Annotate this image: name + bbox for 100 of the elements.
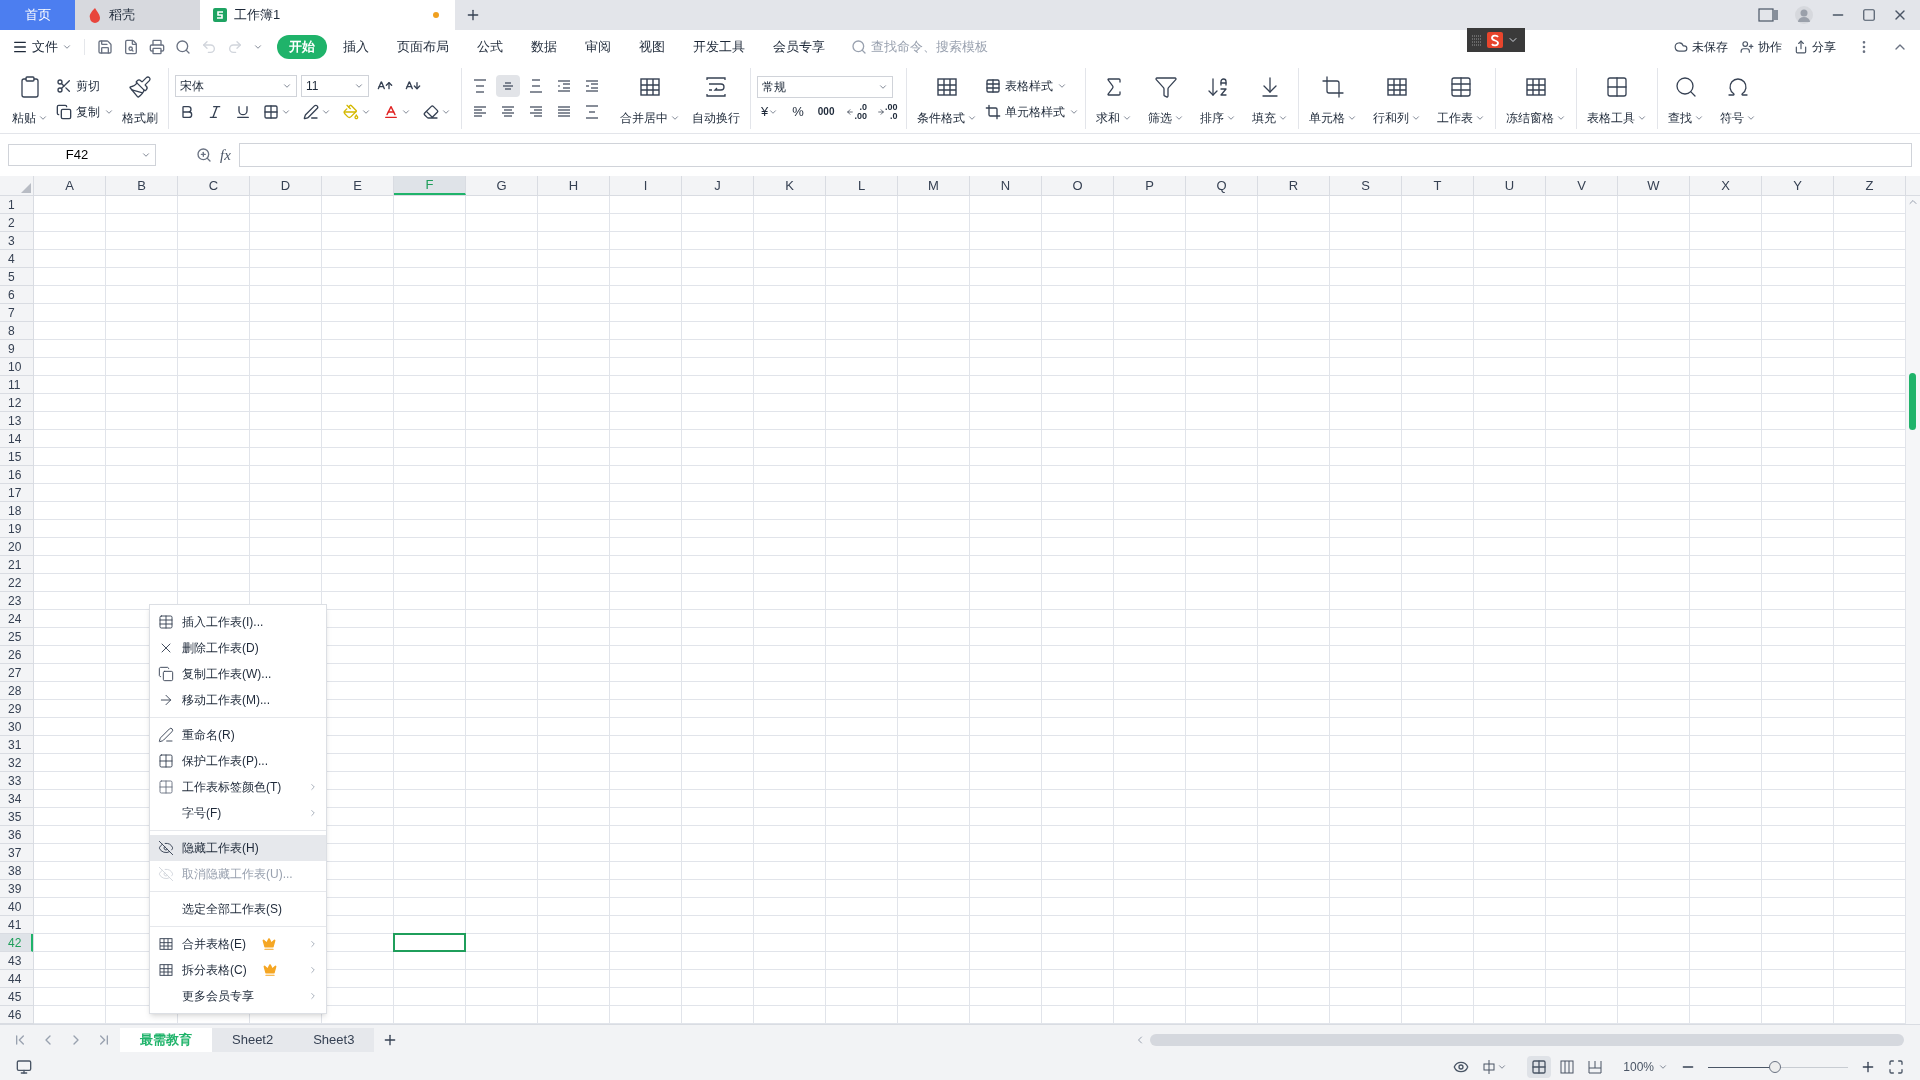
row-header[interactable]: 6: [0, 286, 33, 304]
row-header[interactable]: 10: [0, 358, 33, 376]
ribbon-tab[interactable]: 插入: [331, 35, 381, 59]
column-header[interactable]: V: [1546, 176, 1618, 195]
column-header[interactable]: C: [178, 176, 250, 195]
ribbon-tab[interactable]: 页面布局: [385, 35, 461, 59]
column-header[interactable]: D: [250, 176, 322, 195]
row-header[interactable]: 9: [0, 340, 33, 358]
row-header[interactable]: 1: [0, 196, 33, 214]
column-header[interactable]: H: [538, 176, 610, 195]
row-header[interactable]: 35: [0, 808, 33, 826]
ribbon-tab[interactable]: 数据: [519, 35, 569, 59]
menu-item[interactable]: 字号(F): [150, 800, 326, 826]
number-format-dropdown[interactable]: 常规: [757, 75, 893, 98]
symbol-button[interactable]: 符号: [1715, 70, 1760, 127]
row-header[interactable]: 17: [0, 484, 33, 502]
sheet-tab[interactable]: Sheet3: [293, 1027, 375, 1052]
column-header[interactable]: K: [754, 176, 826, 195]
row-header[interactable]: 21: [0, 556, 33, 574]
font-size-dropdown[interactable]: 11: [301, 74, 369, 97]
menu-item[interactable]: 拆分表格(C): [150, 957, 326, 983]
row-header[interactable]: 39: [0, 880, 33, 898]
row-header[interactable]: 44: [0, 970, 33, 988]
column-header[interactable]: P: [1114, 176, 1186, 195]
cross-icon[interactable]: [1481, 1059, 1498, 1075]
row-header[interactable]: 26: [0, 646, 33, 664]
menu-item[interactable]: 更多会员专享: [150, 983, 326, 1009]
row-header[interactable]: 4: [0, 250, 33, 268]
column-header[interactable]: N: [970, 176, 1042, 195]
horizontal-scrollbar-thumb[interactable]: [1150, 1033, 1904, 1046]
menu-item[interactable]: 合并表格(E): [150, 931, 326, 957]
menu-item[interactable]: 工作表标签颜色(T): [150, 774, 326, 800]
row-header[interactable]: 29: [0, 700, 33, 718]
row-header[interactable]: 43: [0, 952, 33, 970]
format-painter-button[interactable]: 格式刷: [118, 70, 162, 127]
row-header[interactable]: 30: [0, 718, 33, 736]
row-header[interactable]: 3: [0, 232, 33, 250]
row-header[interactable]: 8: [0, 322, 33, 340]
row-header[interactable]: 20: [0, 538, 33, 556]
menu-item[interactable]: 保护工作表(P)...: [150, 748, 326, 774]
row-header[interactable]: 14: [0, 430, 33, 448]
print-icon[interactable]: [149, 39, 165, 55]
ribbon-tab[interactable]: 会员专享: [761, 35, 837, 59]
formula-field[interactable]: [238, 143, 1912, 167]
rows-columns-button[interactable]: 行和列: [1368, 70, 1425, 127]
paste-button[interactable]: 粘贴: [8, 70, 52, 127]
freeze-panes-button[interactable]: 冻结窗格: [1501, 70, 1570, 127]
row-header[interactable]: 11: [0, 376, 33, 394]
row-header[interactable]: 24: [0, 610, 33, 628]
column-header[interactable]: G: [466, 176, 538, 195]
column-header[interactable]: S: [1330, 176, 1402, 195]
column-header[interactable]: X: [1690, 176, 1762, 195]
column-header[interactable]: W: [1618, 176, 1690, 195]
font-name-dropdown[interactable]: 宋体: [175, 74, 297, 97]
row-header[interactable]: 2: [0, 214, 33, 232]
toolbar-action[interactable]: 未保存: [1674, 38, 1728, 56]
row-header[interactable]: 38: [0, 862, 33, 880]
fill-button[interactable]: 填充: [1247, 70, 1292, 127]
column-header[interactable]: Q: [1186, 176, 1258, 195]
column-header[interactable]: L: [826, 176, 898, 195]
fullscreen-icon[interactable]: [1888, 1059, 1904, 1075]
column-header[interactable]: I: [610, 176, 682, 195]
filter-button[interactable]: 筛选: [1143, 70, 1188, 127]
row-header[interactable]: 33: [0, 772, 33, 790]
row-header[interactable]: 37: [0, 844, 33, 862]
table-style-button[interactable]: 表格样式: [984, 74, 1079, 97]
row-header[interactable]: 19: [0, 520, 33, 538]
save-icon[interactable]: [97, 39, 113, 55]
zoom-slider-thumb[interactable]: [1769, 1060, 1782, 1073]
menu-item[interactable]: 删除工作表(D): [150, 635, 326, 661]
menu-item[interactable]: 插入工作表(I)...: [150, 609, 326, 635]
document-icon[interactable]: [123, 39, 139, 55]
sort-button[interactable]: 排序: [1195, 70, 1240, 127]
decrease-decimal-button[interactable]: .00 .0: [875, 102, 900, 121]
column-header[interactable]: Z: [1834, 176, 1906, 195]
copy-button[interactable]: 复制: [56, 100, 114, 123]
merge-center-button[interactable]: 合并居中: [616, 70, 684, 127]
row-header[interactable]: 7: [0, 304, 33, 322]
menu-item[interactable]: 重命名(R): [150, 722, 326, 748]
ribbon-tab[interactable]: 开发工具: [681, 35, 757, 59]
zoom-icon[interactable]: [196, 147, 212, 163]
zoom-in-icon[interactable]: [1860, 1059, 1876, 1075]
sheet-tab[interactable]: Sheet2: [212, 1027, 294, 1052]
worksheet-button[interactable]: 工作表: [1432, 70, 1489, 127]
name-box[interactable]: F42: [8, 144, 156, 166]
search-field[interactable]: 查找命令、搜索模板: [871, 37, 1021, 57]
macro-icon[interactable]: [16, 1059, 32, 1075]
currency-button[interactable]: ¥: [757, 101, 783, 122]
sum-button[interactable]: 求和: [1091, 70, 1136, 127]
column-header[interactable]: R: [1258, 176, 1330, 195]
row-header[interactable]: 15: [0, 448, 33, 466]
menu-item[interactable]: 复制工作表(W)...: [150, 661, 326, 687]
row-header[interactable]: 23: [0, 592, 33, 610]
cut-button[interactable]: 剪切: [56, 74, 114, 97]
align-middle-button[interactable]: [496, 74, 520, 97]
toolbar-action[interactable]: 协作: [1740, 38, 1782, 56]
row-header[interactable]: 28: [0, 682, 33, 700]
row-header[interactable]: 32: [0, 754, 33, 772]
wrap-text-button[interactable]: 自动换行: [688, 70, 744, 127]
cell-style-button[interactable]: 单元格样式: [984, 100, 1079, 123]
